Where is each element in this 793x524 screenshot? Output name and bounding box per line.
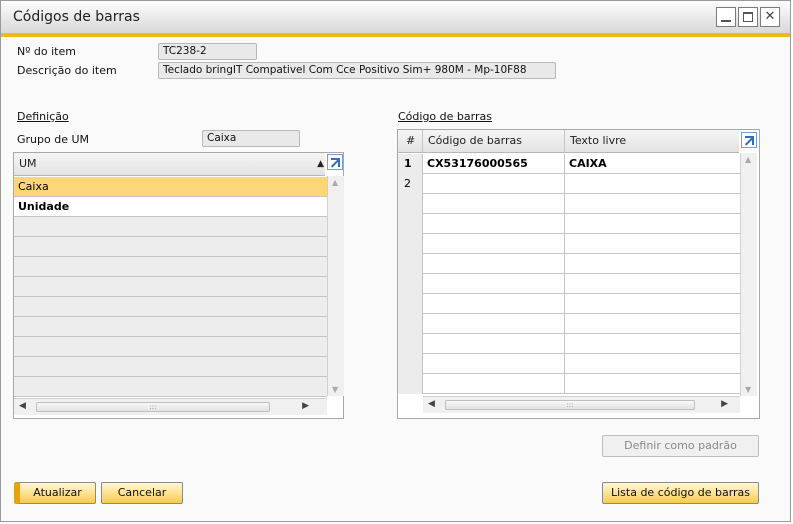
barcode-row[interactable]: 1 CX53176000565 CAIXA xyxy=(398,154,740,174)
row-number xyxy=(398,334,423,354)
scroll-right-icon[interactable]: ▶ xyxy=(721,399,728,409)
scroll-thumb[interactable]: ::: xyxy=(36,402,270,412)
barcode-empty-row[interactable] xyxy=(398,374,740,394)
row-number xyxy=(398,214,423,234)
barcode-cell[interactable] xyxy=(423,294,565,314)
barcode-empty-row[interactable] xyxy=(398,254,740,274)
row-number xyxy=(398,194,423,214)
uom-grid-header: UM ▲ xyxy=(14,153,325,176)
barcode-cell[interactable] xyxy=(423,194,565,214)
barcode-cell[interactable] xyxy=(423,214,565,234)
uom-empty-row[interactable] xyxy=(14,237,327,257)
barcode-vertical-scrollbar[interactable]: ▲ ▼ xyxy=(740,153,757,396)
uom-grid: UM ▲ Caixa Unidade ▲ ▼ ◀ ::: ▶ xyxy=(13,152,344,419)
barcode-cell[interactable] xyxy=(423,314,565,334)
barcodes-window: Códigos de barras ✕ Nº do item TC238-2 D… xyxy=(0,0,791,522)
scroll-right-icon[interactable]: ▶ xyxy=(302,401,309,411)
row-number xyxy=(398,274,423,294)
row-number xyxy=(398,374,423,394)
item-description-field[interactable]: Teclado bringIT Compativel Com Cce Posit… xyxy=(158,62,556,79)
uom-empty-row[interactable] xyxy=(14,377,327,397)
maximize-icon[interactable] xyxy=(738,7,758,27)
barcode-empty-row[interactable] xyxy=(398,334,740,354)
scroll-up-icon[interactable]: ▲ xyxy=(332,178,338,187)
uom-empty-row[interactable] xyxy=(14,217,327,237)
item-number-field[interactable]: TC238-2 xyxy=(158,43,257,60)
uom-empty-row[interactable] xyxy=(14,337,327,357)
row-number xyxy=(398,254,423,274)
barcode-list-button[interactable]: Lista de código de barras xyxy=(602,482,759,504)
uom-column-header[interactable]: UM ▲ xyxy=(14,153,327,175)
window-controls: ✕ xyxy=(716,7,780,27)
row-number xyxy=(398,294,423,314)
barcode-empty-row[interactable] xyxy=(398,294,740,314)
sort-up-icon: ▲ xyxy=(317,159,324,169)
barcode-empty-row[interactable] xyxy=(398,194,740,214)
uom-row-unidade[interactable]: Unidade xyxy=(14,197,327,217)
uom-empty-row[interactable] xyxy=(14,317,327,337)
barcode-cell[interactable] xyxy=(423,254,565,274)
title-bar: Códigos de barras ✕ xyxy=(1,1,790,37)
uom-group-label: Grupo de UM xyxy=(17,133,90,146)
barcode-cell[interactable] xyxy=(423,234,565,254)
barcode-empty-row[interactable] xyxy=(398,314,740,334)
row-number: 2 xyxy=(398,174,423,194)
uom-horizontal-scrollbar[interactable]: ◀ ::: ▶ xyxy=(14,398,327,415)
row-number: 1 xyxy=(398,154,423,174)
uom-cell: Caixa xyxy=(18,180,49,193)
uom-empty-row[interactable] xyxy=(14,297,327,317)
barcode-empty-row[interactable] xyxy=(398,354,740,374)
row-number xyxy=(398,234,423,254)
barcode-grid-header: # Código de barras Texto livre xyxy=(398,130,739,153)
scroll-thumb[interactable]: ::: xyxy=(445,400,695,410)
minimize-icon[interactable] xyxy=(716,7,736,27)
scroll-left-icon[interactable]: ◀ xyxy=(428,399,435,409)
scroll-down-icon[interactable]: ▼ xyxy=(745,385,751,394)
barcode-cell[interactable]: CX53176000565 xyxy=(423,154,565,174)
uom-empty-row[interactable] xyxy=(14,257,327,277)
set-default-button[interactable]: Definir como padrão xyxy=(602,435,759,457)
barcode-cell[interactable] xyxy=(423,334,565,354)
scroll-down-icon[interactable]: ▼ xyxy=(332,385,338,394)
uom-cell: Unidade xyxy=(18,200,70,213)
free-text-cell[interactable] xyxy=(565,174,740,194)
update-button[interactable]: Atualizar xyxy=(14,482,96,504)
row-number xyxy=(398,314,423,334)
barcode-cell[interactable] xyxy=(423,374,565,394)
close-icon[interactable]: ✕ xyxy=(760,7,780,27)
barcode-cell[interactable] xyxy=(423,274,565,294)
definition-heading: Definição xyxy=(17,110,69,123)
scroll-left-icon[interactable]: ◀ xyxy=(19,401,26,411)
uom-vertical-scrollbar[interactable]: ▲ ▼ xyxy=(327,176,344,396)
barcode-empty-row[interactable] xyxy=(398,274,740,294)
free-text-cell[interactable]: CAIXA xyxy=(565,154,740,174)
uom-empty-row[interactable] xyxy=(14,277,327,297)
barcode-row[interactable]: 2 xyxy=(398,174,740,194)
item-description-label: Descrição do item xyxy=(17,64,117,77)
uom-row-caixa[interactable]: Caixa xyxy=(14,177,327,197)
barcode-cell[interactable] xyxy=(423,354,565,374)
uom-empty-row[interactable] xyxy=(14,357,327,377)
barcode-column-header[interactable]: Código de barras xyxy=(423,130,565,152)
row-number xyxy=(398,354,423,374)
barcode-horizontal-scrollbar[interactable]: ◀ ::: ▶ xyxy=(423,396,740,413)
barcode-heading: Código de barras xyxy=(398,110,492,123)
expand-arrow-icon[interactable] xyxy=(741,132,757,148)
scroll-up-icon[interactable]: ▲ xyxy=(745,155,751,164)
barcode-cell[interactable] xyxy=(423,174,565,194)
cancel-button[interactable]: Cancelar xyxy=(101,482,183,504)
row-number-header[interactable]: # xyxy=(398,130,423,152)
expand-arrow-icon[interactable] xyxy=(327,154,343,170)
item-number-label: Nº do item xyxy=(17,45,76,58)
barcode-empty-row[interactable] xyxy=(398,214,740,234)
window-title: Códigos de barras xyxy=(13,9,140,25)
barcode-grid: # Código de barras Texto livre 1 CX53176… xyxy=(397,129,760,419)
barcode-empty-row[interactable] xyxy=(398,234,740,254)
uom-group-field[interactable]: Caixa xyxy=(202,130,300,147)
free-text-column-header[interactable]: Texto livre xyxy=(565,130,741,152)
uom-column-label: UM xyxy=(19,157,37,170)
